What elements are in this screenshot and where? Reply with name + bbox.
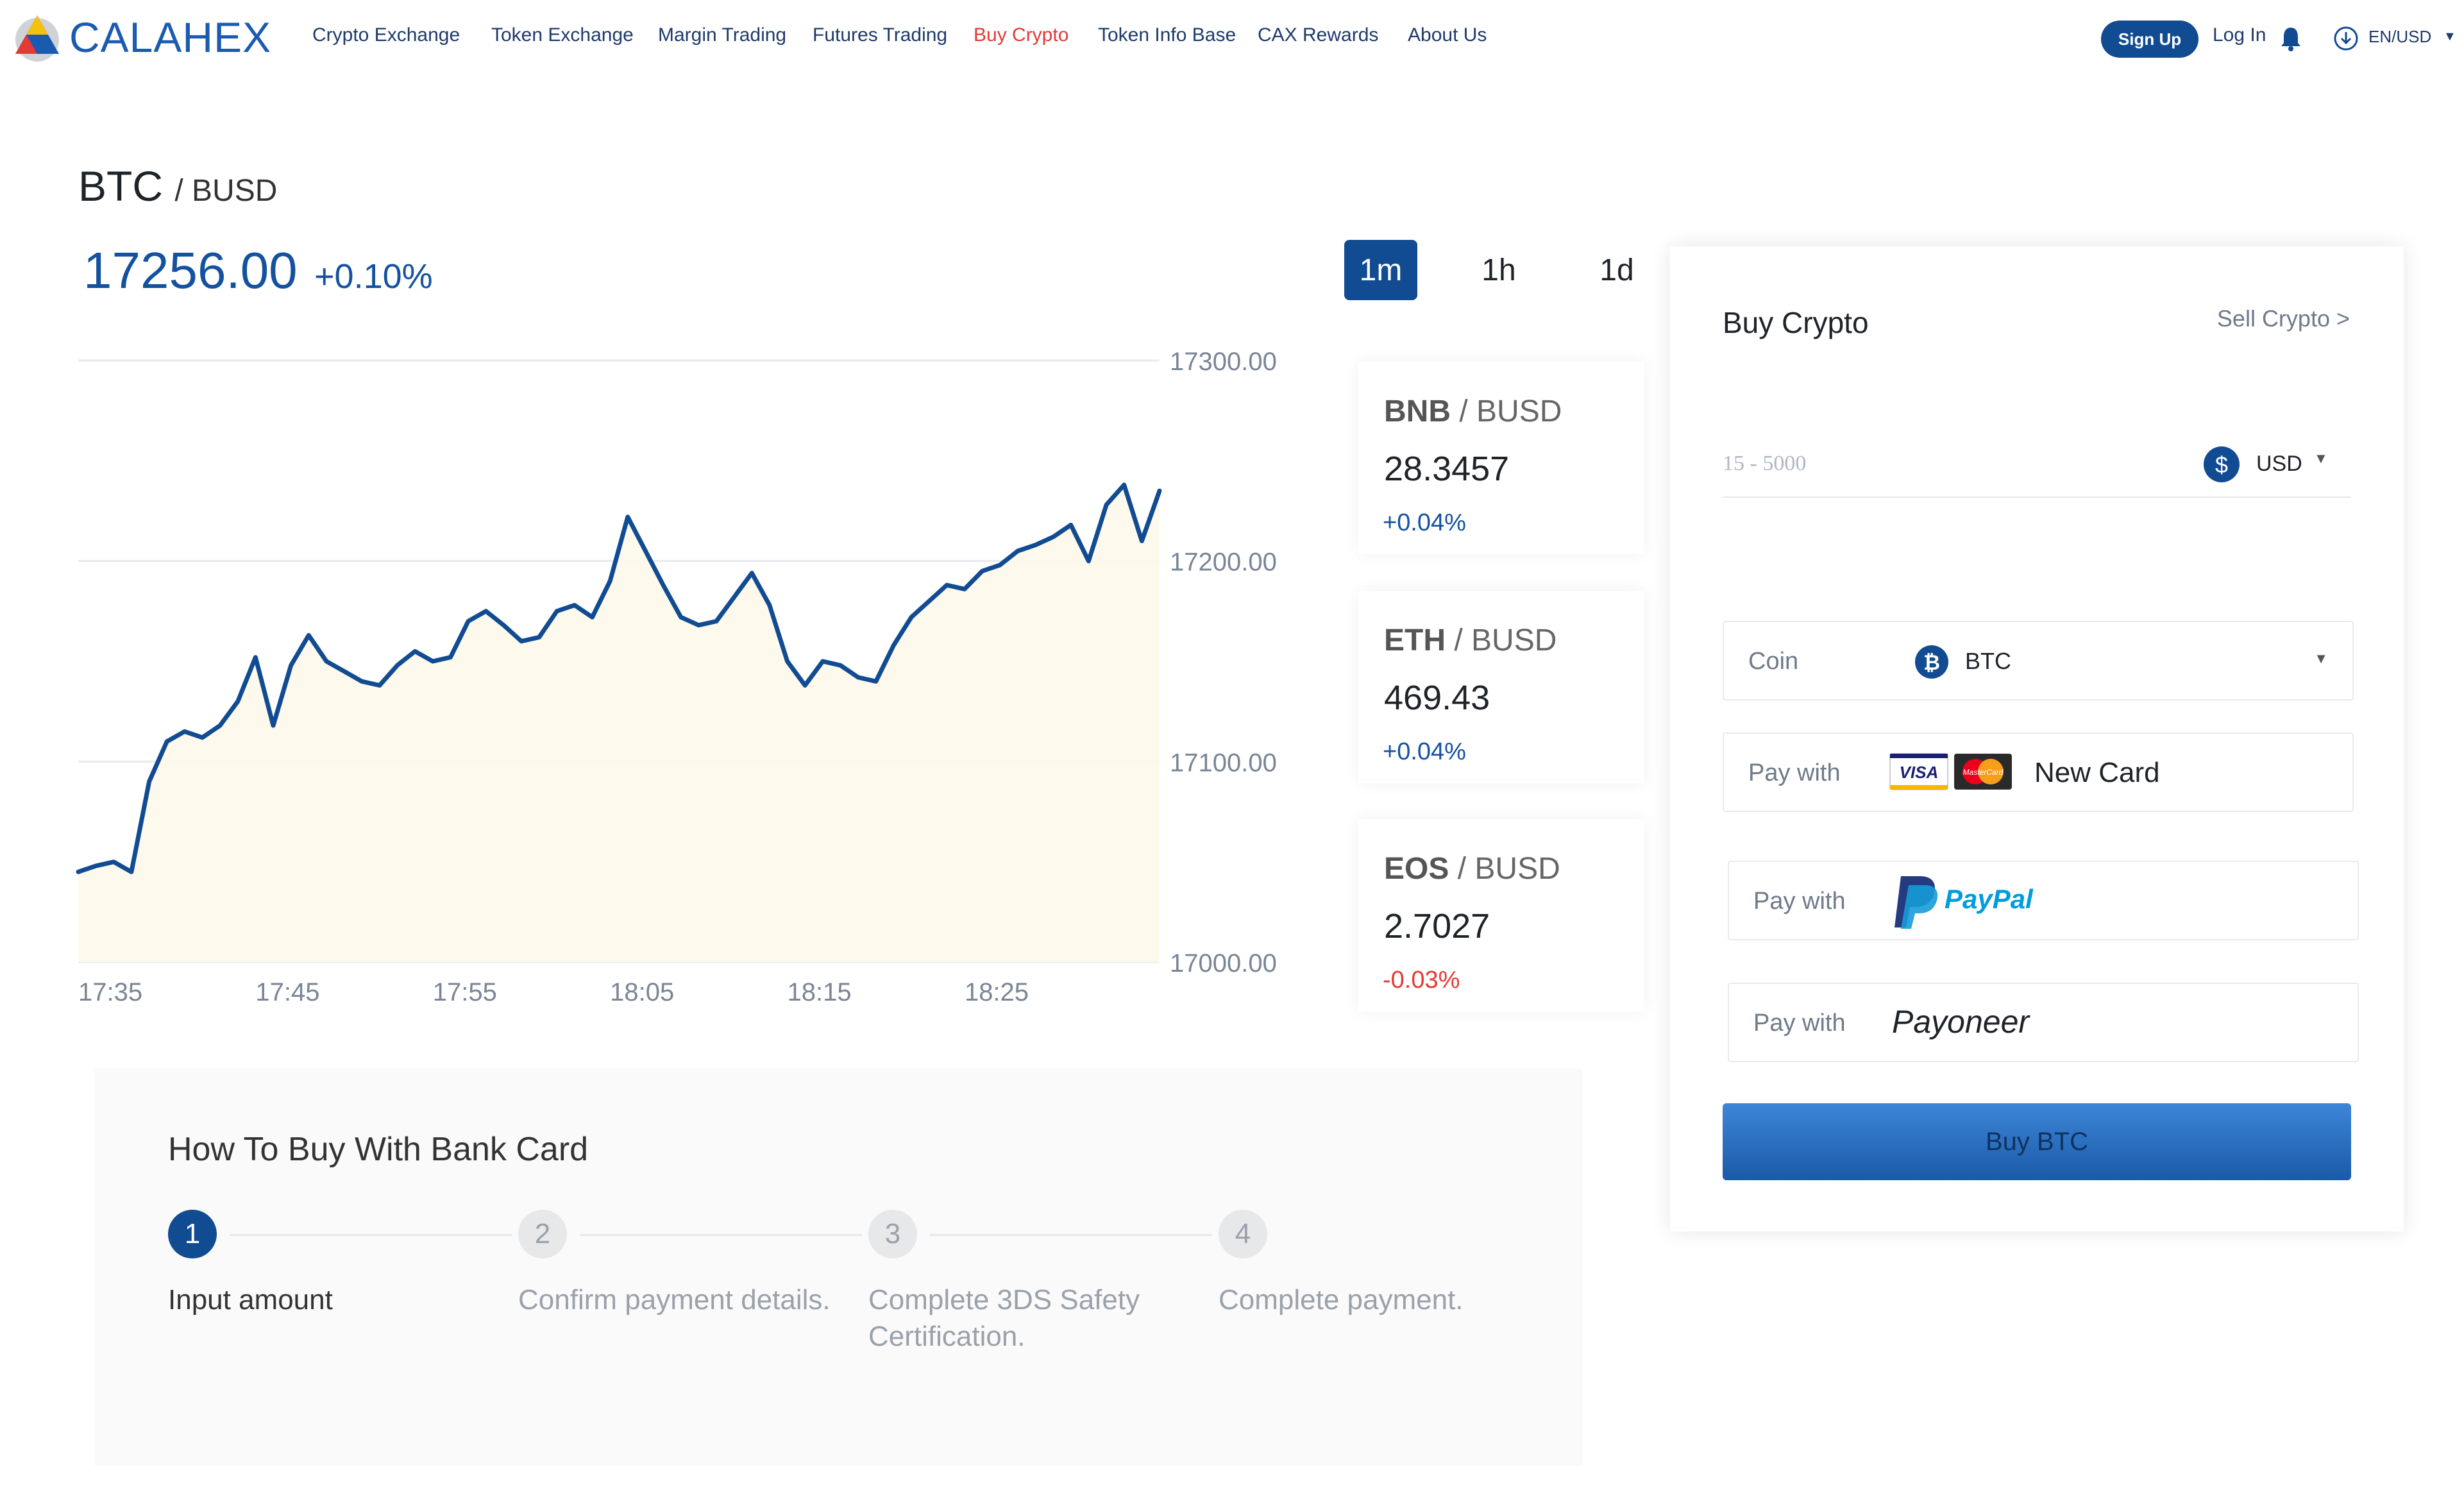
step-number: 3 [868, 1210, 917, 1258]
nav-about-us[interactable]: About Us [1408, 24, 1487, 46]
ticker-base: ETH [1384, 623, 1446, 657]
y-tick-label: 17100.00 [1170, 749, 1277, 777]
sign-up-button[interactable]: Sign Up [2101, 21, 2198, 58]
download-icon[interactable] [2333, 26, 2359, 51]
price-change: +0.10% [314, 257, 433, 296]
ticker-quote: / BUSD [1451, 394, 1562, 428]
sell-crypto-link[interactable]: Sell Crypto > [2217, 305, 2350, 332]
pay-with-label: Pay with [1753, 1010, 1846, 1037]
amount-placeholder: 15 - 5000 [1723, 452, 1807, 475]
step-connector [930, 1234, 1212, 1236]
log-in-link[interactable]: Log In [2213, 24, 2266, 46]
chevron-down-icon[interactable]: ▼ [2443, 30, 2456, 44]
pay-with-card[interactable]: Pay with VISA MasterCard New Card [1723, 733, 2354, 812]
brand-name: CALAHEX [69, 13, 272, 61]
ticker-quote: / BUSD [1449, 852, 1560, 886]
ticker-price: 2.7027 [1384, 907, 1490, 945]
chevron-down-icon[interactable]: ▼ [2314, 450, 2328, 467]
mastercard-icon: MasterCard [1954, 754, 2012, 790]
x-tick-label: 17:55 [433, 978, 497, 1006]
x-tick-label: 18:15 [788, 978, 852, 1006]
pay-with-paypal[interactable]: Pay with PayPal [1728, 861, 2359, 940]
ticker-quote: / BUSD [1446, 623, 1557, 657]
ticker-card[interactable]: ETH / BUSD 469.43 +0.04% [1358, 591, 1644, 783]
chevron-down-icon[interactable]: ▼ [2314, 650, 2328, 667]
paypal-logo-text: PayPal [1945, 884, 2033, 914]
payoneer-logo: Payoneer [1892, 1004, 2030, 1040]
bitcoin-icon: ₿ [1915, 645, 1948, 679]
step-text: Complete 3DS Safety Certification. [868, 1284, 1140, 1352]
visa-text: VISA [1900, 763, 1939, 782]
pair-quote: / BUSD [174, 174, 278, 208]
ticker-price: 469.43 [1384, 679, 1490, 717]
x-tick-label: 18:25 [965, 978, 1029, 1006]
step-text: Confirm payment details. [518, 1284, 831, 1316]
coin-select[interactable]: Coin ₿ BTC ▼ [1723, 621, 2354, 700]
new-card-label: New Card [2034, 757, 2160, 788]
y-tick-label: 17300.00 [1170, 348, 1277, 376]
ticker-price: 28.3457 [1384, 450, 1510, 488]
nav-cax-rewards[interactable]: CAX Rewards [1258, 24, 1378, 46]
step-number: 2 [518, 1210, 567, 1258]
ticker-pair: ETH / BUSD [1384, 623, 1557, 658]
step-number: 1 [168, 1210, 217, 1258]
ticker-base: EOS [1384, 852, 1449, 886]
brand-triangle-icon [15, 15, 59, 62]
x-tick-label: 17:35 [78, 978, 142, 1006]
coin-value: BTC [1965, 648, 2011, 674]
pay-with-label: Pay with [1753, 888, 1846, 915]
buy-crypto-panel: Buy Crypto Sell Crypto > 15 - 5000 $ USD… [1670, 246, 2404, 1232]
bell-icon[interactable] [2280, 26, 2302, 51]
coin-label: Coin [1748, 648, 1799, 675]
nav-futures-trading[interactable]: Futures Trading [813, 24, 947, 46]
step-connector [580, 1234, 862, 1236]
dollar-icon: $ [2204, 446, 2240, 482]
nav-margin-trading[interactable]: Margin Trading [658, 24, 786, 46]
ticker-pair: BNB / BUSD [1384, 394, 1562, 429]
brand-logo[interactable]: CALAHEX [12, 12, 271, 63]
ticker-pair: EOS / BUSD [1384, 851, 1560, 886]
step-number: 4 [1219, 1210, 1267, 1258]
how-to-buy-section: How To Buy With Bank Card 1 2 3 4 Input … [95, 1069, 1583, 1466]
y-tick-label: 17000.00 [1170, 949, 1277, 978]
paypal-icon [1894, 876, 1938, 929]
ticker-card[interactable]: BNB / BUSD 28.3457 +0.04% [1358, 362, 1644, 554]
amount-input[interactable]: 15 - 5000 $ USD ▼ [1723, 432, 2351, 498]
ticker-base: BNB [1384, 394, 1451, 428]
how-to-buy-title: How To Buy With Bank Card [168, 1131, 589, 1168]
panel-title: Buy Crypto [1723, 306, 1869, 339]
nav-crypto-exchange[interactable]: Crypto Exchange [312, 24, 460, 46]
svg-text:₿: ₿ [1923, 651, 1940, 674]
step-text: Complete payment. [1219, 1284, 1464, 1316]
timeframe-1m[interactable]: 1m [1344, 240, 1417, 300]
nav-token-info-base[interactable]: Token Info Base [1098, 24, 1236, 46]
ticker-change: +0.04% [1383, 509, 1466, 536]
step-text: Input amount [168, 1284, 333, 1316]
step-connector [230, 1234, 512, 1236]
ticker-change: +0.04% [1383, 738, 1466, 765]
nav-token-exchange[interactable]: Token Exchange [491, 24, 634, 46]
timeframe-1h[interactable]: 1h [1462, 240, 1535, 300]
buy-btc-button[interactable]: Buy BTC [1723, 1103, 2351, 1180]
current-price: 17256.00 [83, 242, 298, 299]
language-selector[interactable]: EN/USD [2368, 27, 2431, 47]
svg-text:$: $ [2215, 452, 2228, 478]
pair-title: BTC / BUSD [78, 162, 277, 210]
pay-with-label: Pay with [1748, 759, 1841, 786]
pair-base: BTC [78, 162, 163, 210]
top-nav: CALAHEX Crypto Exchange Token Exchange M… [0, 0, 2464, 77]
timeframe-1d[interactable]: 1d [1580, 240, 1653, 300]
mastercard-text: MasterCard [1963, 768, 2004, 777]
x-tick-label: 17:45 [255, 978, 319, 1006]
ticker-card[interactable]: EOS / BUSD 2.7027 -0.03% [1358, 819, 1644, 1012]
visa-icon: VISA [1889, 753, 1948, 790]
pay-with-payoneer[interactable]: Pay with Payoneer [1728, 983, 2359, 1062]
y-tick-label: 17200.00 [1170, 548, 1277, 577]
price-chart: 17300.00 17200.00 17100.00 17000.00 17:35 17:… [76, 348, 1277, 1006]
x-tick-label: 18:05 [610, 978, 674, 1006]
nav-buy-crypto[interactable]: Buy Crypto [974, 24, 1068, 46]
fiat-currency-select[interactable]: USD [2256, 452, 2302, 477]
ticker-change: -0.03% [1383, 967, 1460, 994]
